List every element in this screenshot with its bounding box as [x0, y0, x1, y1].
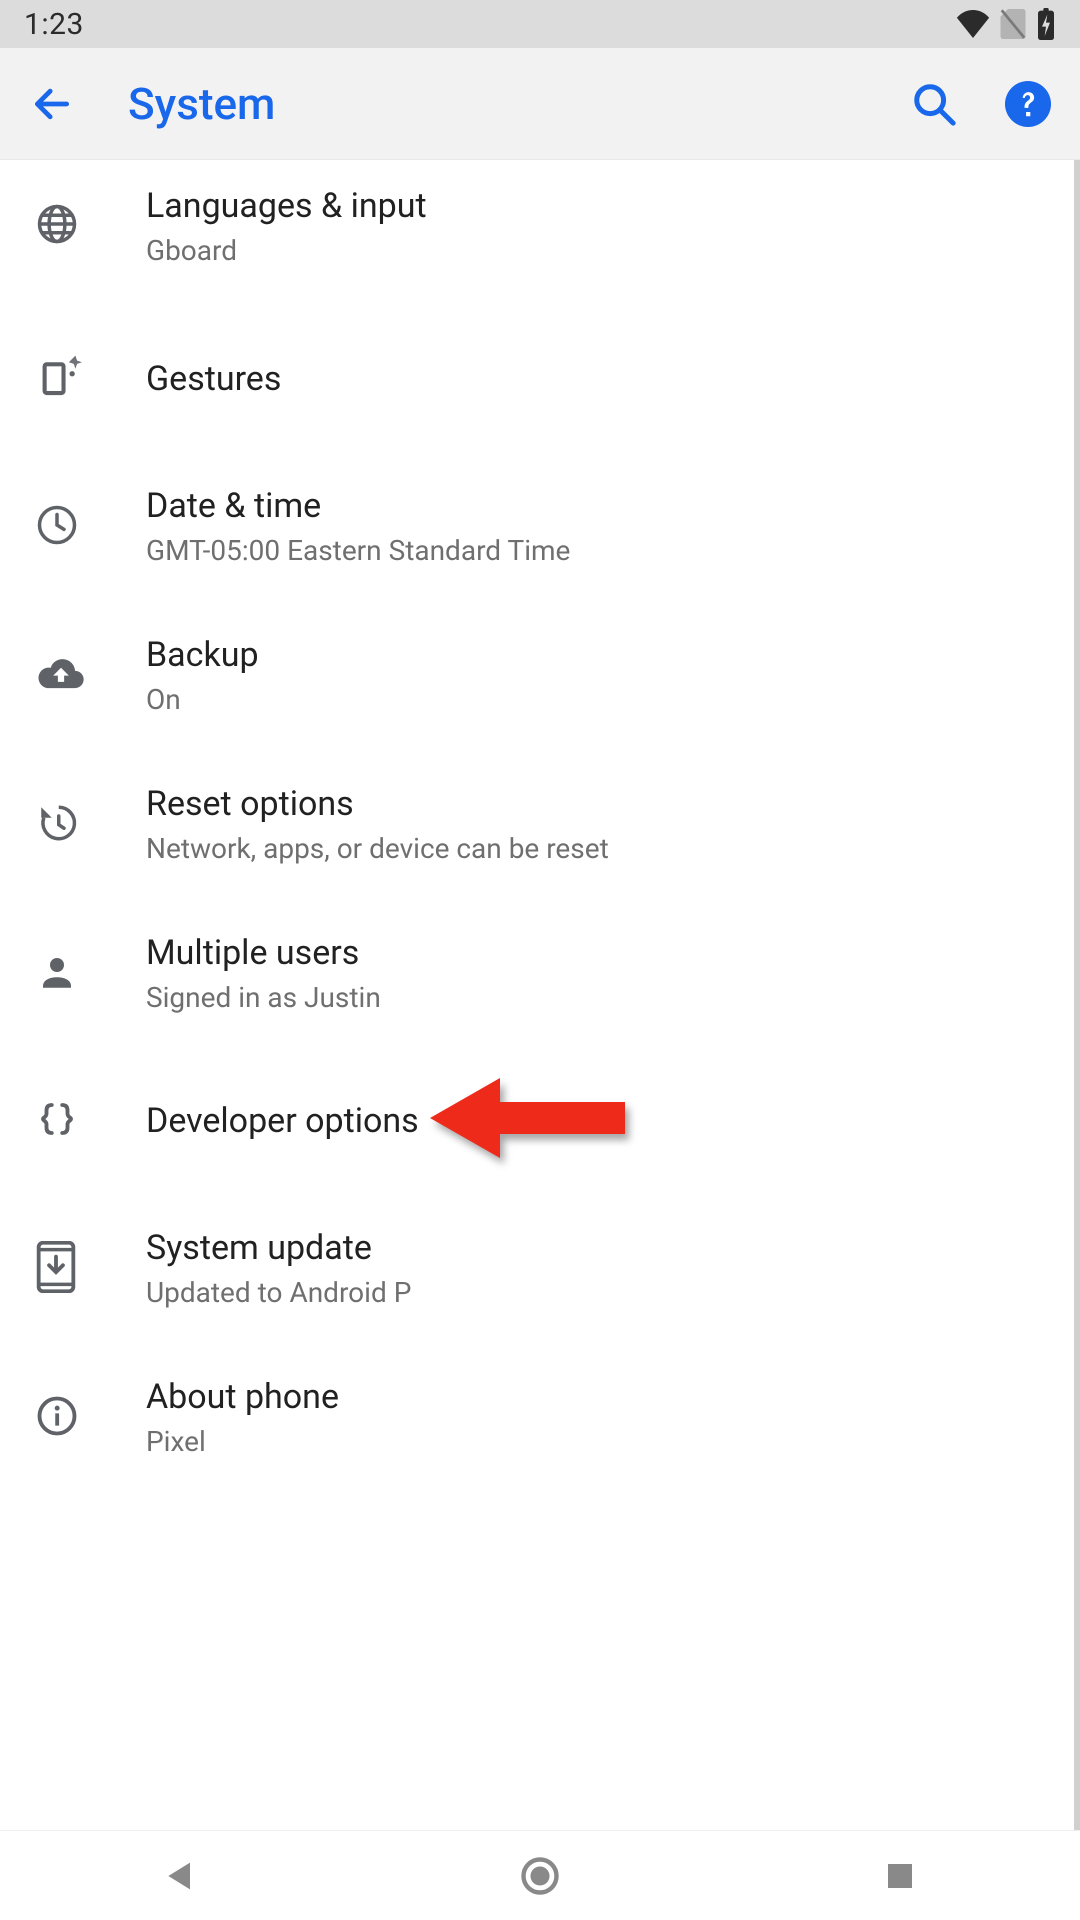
setting-item-title: Multiple users [146, 933, 381, 973]
setting-item-backup[interactable]: Backup On [0, 601, 1074, 750]
setting-item-system-update[interactable]: System update Updated to Android P [0, 1194, 1074, 1343]
setting-item-gestures[interactable]: Gestures [0, 306, 1074, 452]
setting-item-multiple-users[interactable]: Multiple users Signed in as Justin [0, 899, 1074, 1048]
battery-charging-icon [1036, 8, 1056, 40]
search-button[interactable] [906, 76, 962, 132]
setting-item-languages-input[interactable]: Languages & input Gboard [0, 160, 1074, 306]
gestures-icon [36, 354, 82, 404]
back-button[interactable] [24, 76, 80, 132]
setting-item-subtitle: Signed in as Justin [146, 981, 381, 1014]
status-bar: 1:23 [0, 0, 1080, 48]
annotation-arrow-icon [430, 1074, 630, 1166]
no-sim-icon [1000, 9, 1026, 39]
status-time: 1:23 [24, 7, 84, 42]
navigation-bar [0, 1830, 1080, 1920]
setting-item-subtitle: On [146, 683, 259, 716]
setting-item-subtitle: GMT-05:00 Eastern Standard Time [146, 534, 570, 567]
system-update-icon [36, 1241, 76, 1297]
setting-item-title: Developer options [146, 1101, 419, 1141]
setting-item-title: System update [146, 1228, 411, 1268]
restore-icon [36, 802, 78, 848]
help-button[interactable] [1000, 76, 1056, 132]
setting-item-title: About phone [146, 1377, 339, 1417]
nav-home-button[interactable] [504, 1840, 576, 1912]
clock-icon [36, 504, 78, 550]
setting-item-title: Backup [146, 635, 259, 675]
globe-icon [36, 203, 78, 249]
setting-item-title: Gestures [146, 359, 281, 399]
setting-item-subtitle: Network, apps, or device can be reset [146, 832, 609, 865]
setting-item-subtitle: Updated to Android P [146, 1276, 411, 1309]
setting-item-subtitle: Gboard [146, 234, 427, 267]
wifi-icon [956, 10, 990, 38]
setting-item-title: Date & time [146, 486, 570, 526]
code-braces-icon [36, 1098, 78, 1144]
cloud-upload-icon [36, 655, 86, 697]
nav-back-button[interactable] [144, 1840, 216, 1912]
page-title: System [128, 78, 275, 130]
setting-item-developer-options[interactable]: Developer options [0, 1048, 1074, 1194]
nav-recent-button[interactable] [864, 1840, 936, 1912]
setting-item-title: Languages & input [146, 186, 427, 226]
setting-item-subtitle: Pixel [146, 1425, 339, 1458]
settings-list[interactable]: Languages & input Gboard Gestures Date &… [0, 160, 1080, 1830]
person-icon [36, 951, 78, 997]
setting-item-date-time[interactable]: Date & time GMT-05:00 Eastern Standard T… [0, 452, 1074, 601]
info-icon [36, 1395, 78, 1441]
setting-item-about-phone[interactable]: About phone Pixel [0, 1343, 1074, 1492]
setting-item-reset-options[interactable]: Reset options Network, apps, or device c… [0, 750, 1074, 899]
app-bar: System [0, 48, 1080, 160]
setting-item-title: Reset options [146, 784, 609, 824]
